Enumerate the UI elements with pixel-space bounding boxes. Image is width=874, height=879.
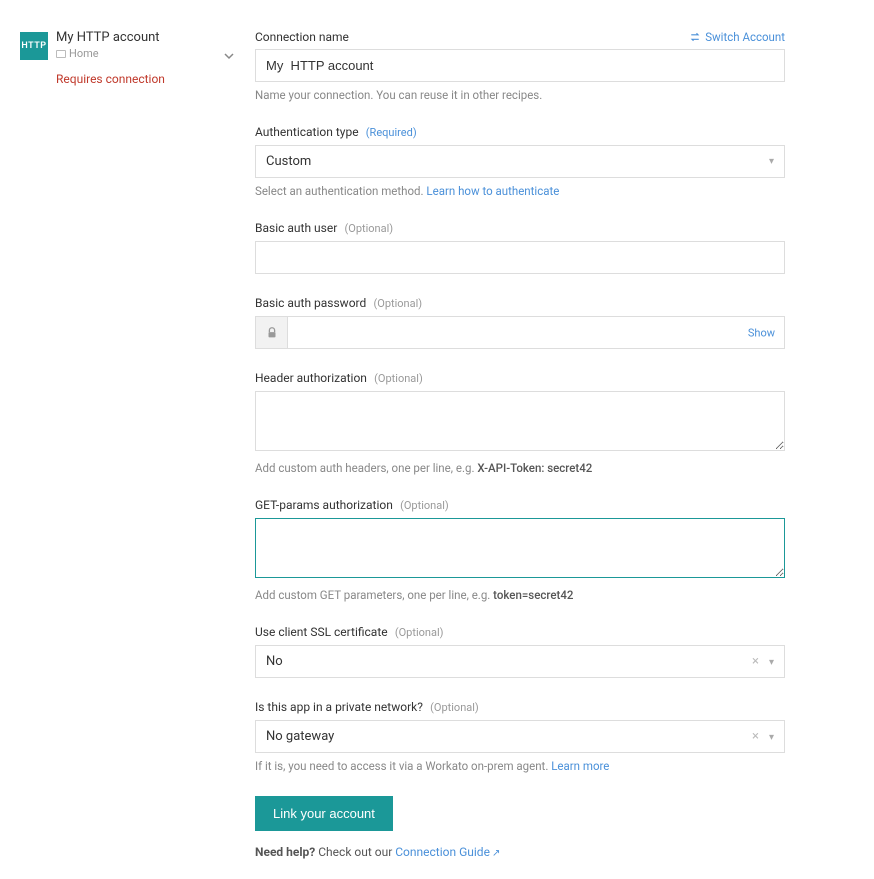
header-auth-textarea[interactable]: [255, 391, 785, 451]
lock-icon: [255, 316, 287, 349]
optional-tag: (Optional): [430, 701, 479, 714]
link-account-button[interactable]: Link your account: [255, 796, 393, 831]
basic-password-label: Basic auth password: [255, 296, 366, 310]
footer-help: Need help? Check out our Connection Guid…: [255, 845, 785, 859]
optional-tag: (Optional): [374, 372, 423, 385]
basic-user-label: Basic auth user: [255, 221, 337, 235]
header-auth-label: Header authorization: [255, 371, 367, 385]
optional-tag: (Optional): [345, 222, 394, 235]
learn-authenticate-link[interactable]: Learn how to authenticate: [426, 184, 559, 198]
show-password-toggle[interactable]: Show: [748, 326, 775, 339]
ssl-cert-select[interactable]: No × ▾: [255, 645, 785, 678]
connection-name-help: Name your connection. You can reuse it i…: [255, 87, 785, 103]
folder-icon: [56, 50, 66, 58]
private-network-value: No gateway: [266, 729, 334, 744]
private-network-help: If it is, you need to access it via a Wo…: [255, 758, 785, 774]
auth-type-select[interactable]: Custom ▾: [255, 145, 785, 178]
clear-icon: ×: [752, 654, 759, 669]
connection-name-label: Connection name: [255, 30, 349, 44]
ssl-cert-label: Use client SSL certificate: [255, 625, 388, 639]
basic-user-input[interactable]: [255, 241, 785, 274]
connection-name-input[interactable]: [255, 49, 785, 82]
switch-account-link[interactable]: Switch Account: [689, 30, 785, 44]
learn-more-link[interactable]: Learn more: [551, 759, 609, 773]
auth-type-value: Custom: [266, 154, 311, 169]
account-selector[interactable]: HTTP My HTTP account Home Requires conne…: [20, 30, 235, 86]
external-link-icon: ↗: [492, 848, 500, 859]
account-info: My HTTP account Home Requires connection: [56, 30, 211, 86]
http-icon: HTTP: [20, 32, 48, 60]
auth-type-label: Authentication type: [255, 125, 359, 139]
get-params-textarea[interactable]: [255, 518, 785, 578]
header-auth-help: Add custom auth headers, one per line, e…: [255, 460, 785, 476]
required-tag: (Required): [366, 126, 417, 139]
private-network-label: Is this app in a private network?: [255, 700, 423, 714]
optional-tag: (Optional): [400, 499, 449, 512]
private-network-select[interactable]: No gateway × ▾: [255, 720, 785, 753]
get-params-help: Add custom GET parameters, one per line,…: [255, 587, 785, 603]
caret-down-icon: ▾: [769, 657, 774, 668]
clear-icon: ×: [752, 729, 759, 744]
caret-down-icon: ▾: [769, 732, 774, 743]
account-title: My HTTP account: [56, 30, 211, 45]
optional-tag: (Optional): [395, 626, 444, 639]
account-folder-path: Home: [56, 47, 211, 60]
auth-type-help: Select an authentication method. Learn h…: [255, 183, 785, 199]
caret-down-icon: ▾: [769, 156, 774, 167]
switch-icon: [689, 31, 701, 43]
basic-password-input[interactable]: [287, 316, 785, 349]
get-params-label: GET-params authorization: [255, 498, 393, 512]
ssl-cert-value: No: [266, 654, 283, 669]
optional-tag: (Optional): [374, 297, 423, 310]
connection-status: Requires connection: [56, 72, 211, 86]
connection-guide-link[interactable]: Connection Guide↗: [395, 845, 500, 859]
chevron-down-icon: [223, 50, 235, 66]
